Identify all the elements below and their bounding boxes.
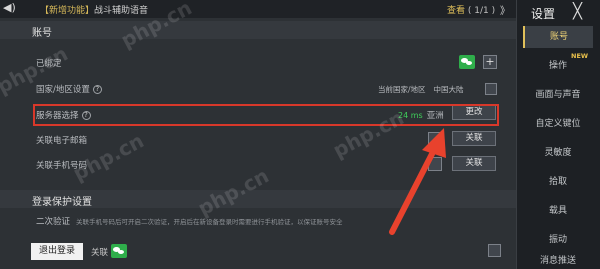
sidebar-item-graphics-audio[interactable]: 画面与声音 [523,84,593,106]
sidebar-item-sensitivity[interactable]: 灵敏度 [523,142,593,164]
sidebar-item-account[interactable]: 账号 [523,26,593,48]
settings-sidebar: 设置 ╳ 账号 操作 NEW 画面与声音 自定义键位 灵敏度 拾取 载具 振动 … [516,0,600,269]
profile-icon[interactable] [488,244,501,257]
sidebar-item-notifications[interactable]: 消息推送 [523,253,593,269]
new-badge: NEW [571,52,589,60]
arrow-head [422,128,446,158]
annotation-arrow [389,128,446,235]
sidebar-item-pickup[interactable]: 拾取 [523,171,593,193]
wechat-icon [111,244,127,258]
sidebar-item-custom-keys[interactable]: 自定义键位 [523,113,593,135]
settings-title: 设置 [531,7,556,21]
arrow-shaft [389,147,437,235]
close-icon[interactable]: ╳ [573,2,582,20]
linked-label: 关联 [91,248,109,258]
logout-button[interactable]: 退出登录 [31,243,83,260]
sidebar-item-vibration[interactable]: 振动 [523,229,593,251]
sidebar-item-vehicle[interactable]: 载具 [523,200,593,222]
